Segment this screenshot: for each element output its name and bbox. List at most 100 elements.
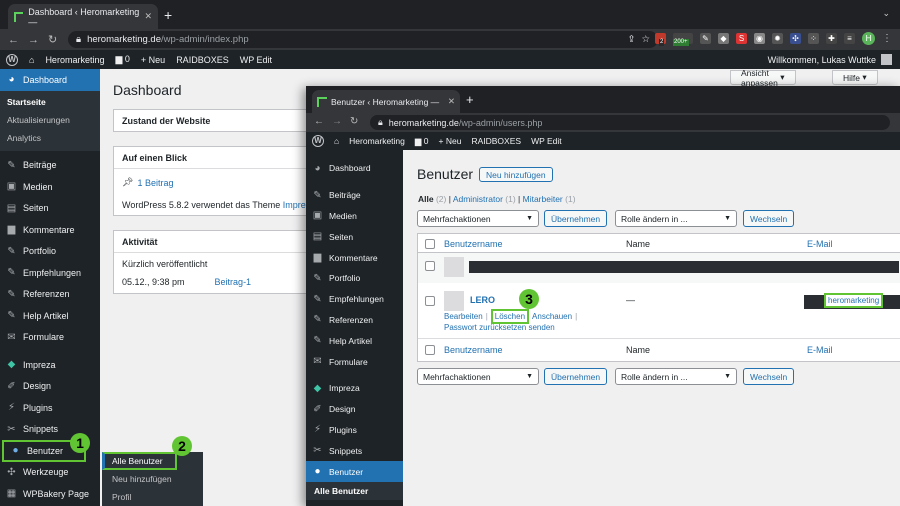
comments-icon[interactable]: ▆ 0 [415, 136, 429, 147]
column-username-footer[interactable]: Benutzername [444, 345, 503, 355]
sidebar-item-tools[interactable]: ✣ Werkzeuge [0, 462, 100, 484]
sidebar-item-snippets[interactable]: ✂ Snippets [306, 440, 403, 461]
browser-tab-users[interactable]: Benutzer ‹ Heromarketing — W ✕ [312, 90, 460, 113]
forward-arrow-icon[interactable]: → [332, 116, 342, 127]
sidebar-item-users[interactable]: ● Benutzer [306, 461, 403, 482]
sidebar-item-dashboard[interactable]: ◕ Dashboard [306, 158, 403, 179]
admin-bar-site[interactable]: Heromarketing [349, 136, 405, 146]
sidebar-item-comments[interactable]: ▆ Kommentare [0, 219, 100, 241]
sidebar-item-help-articles[interactable]: ✎ Help Artikel [0, 305, 100, 327]
close-tab-icon[interactable]: ✕ [144, 11, 152, 22]
apply-button-bottom[interactable]: Übernehmen [544, 368, 608, 385]
browser-tab-dashboard[interactable]: Dashboard ‹ Heromarketing — ✕ [8, 4, 158, 29]
add-new-user-button[interactable]: Neu hinzufügen [479, 167, 553, 182]
sidebar-item-design[interactable]: ✐ Design [0, 376, 100, 398]
row-checkbox[interactable] [425, 296, 435, 306]
sidebar-item-portfolio[interactable]: ✎ Portfolio [0, 241, 100, 263]
sidebar-item-portfolio[interactable]: ✎ Portfolio [306, 268, 403, 289]
sidebar-item-pages[interactable]: ▤ Seiten [306, 226, 403, 247]
forward-arrow-icon[interactable]: → [28, 34, 40, 46]
sidebar-item-help-articles[interactable]: ✎ Help Artikel [306, 330, 403, 351]
sidebar-item-wpbakery[interactable]: ▦ WPBakery Page [0, 483, 100, 505]
extension-counter-icon[interactable]: 200+ [673, 33, 693, 46]
sidebar-item-media[interactable]: ▣ Medien [306, 206, 403, 227]
sidebar-item-impreza[interactable]: ◆ Impreza [0, 354, 100, 376]
sidebar-item-forms[interactable]: ✉ Formulare [306, 351, 403, 372]
sidebar-item-recommendations[interactable]: ✎ Empfehlungen [0, 262, 100, 284]
reload-icon[interactable]: ↻ [48, 33, 60, 46]
playlist-icon[interactable]: ≡ [844, 33, 855, 44]
sidebar-item-design[interactable]: ✐ Design [306, 399, 403, 420]
user-login-link[interactable]: LERO [470, 295, 495, 305]
filter-all[interactable]: Alle [418, 194, 434, 204]
delete-user-link[interactable]: Löschen [490, 309, 530, 324]
help-button[interactable]: Hilfe ▾ [832, 70, 878, 85]
new-tab-icon[interactable]: + [466, 92, 474, 107]
puzzle-icon[interactable]: ✚ [826, 33, 837, 44]
close-tab-icon[interactable]: ✕ [448, 96, 455, 107]
chrome-menu-icon[interactable]: ⋮ [882, 33, 892, 44]
extension-tag-icon[interactable]: ◆ [718, 33, 729, 44]
wordpress-logo-icon[interactable]: W [6, 53, 18, 66]
admin-bar-new[interactable]: + Neu [439, 136, 462, 146]
address-bar[interactable]: 🔒︎ heromarketing.de/wp-admin/users.php [370, 115, 890, 130]
extension-s-icon[interactable]: S [736, 33, 747, 44]
extension-red-icon[interactable]: 2 [655, 33, 666, 46]
sidebar-item-impreza[interactable]: ◆ Impreza [306, 378, 403, 399]
submenu-updates[interactable]: Aktualisierungen [0, 111, 100, 129]
wordpress-logo-icon[interactable]: W [312, 135, 324, 147]
bulk-actions-select-bottom[interactable]: Mehrfachaktionen ▼ [417, 368, 539, 385]
column-email[interactable]: E-Mail [807, 239, 833, 249]
admin-bar-site[interactable]: Heromarketing [45, 55, 104, 65]
sidebar-item-posts[interactable]: ✎ Beiträge [306, 185, 403, 206]
home-icon[interactable]: ⌂ [29, 55, 34, 65]
change-role-button[interactable]: Wechseln [743, 210, 795, 227]
submenu-startseite[interactable]: Startseite [0, 93, 100, 111]
extension-dots-icon[interactable]: ⁘ [808, 33, 819, 44]
gear-extension-icon[interactable]: ✹ [772, 33, 783, 44]
camera-icon[interactable]: ◉ [754, 33, 765, 44]
sidebar-item-forms[interactable]: ✉ Formulare [0, 327, 100, 349]
submenu-all-users[interactable]: Alle Benutzer [306, 481, 403, 500]
extension-blue-icon[interactable]: ✣ [790, 33, 801, 44]
apply-button[interactable]: Übernehmen [544, 210, 608, 227]
share-icon[interactable]: ⇪ [628, 34, 636, 45]
bulk-actions-select[interactable]: Mehrfachaktionen ▼ [417, 210, 539, 227]
submenu-analytics[interactable]: Analytics [0, 129, 100, 147]
tab-search-chevron-icon[interactable]: ⌄ [882, 8, 890, 19]
sidebar-item-dashboard[interactable]: ◕ Dashboard [0, 69, 100, 91]
sidebar-item-plugins[interactable]: ⚡︎ Plugins [306, 420, 403, 441]
select-all-checkbox[interactable] [425, 239, 435, 249]
edit-user-link[interactable]: Bearbeiten [444, 312, 483, 321]
extension-tool-icon[interactable]: ✎ [700, 33, 711, 44]
sidebar-item-pages[interactable]: ▤ Seiten [0, 198, 100, 220]
sidebar-item-recommendations[interactable]: ✎ Empfehlungen [306, 289, 403, 310]
view-user-link[interactable]: Anschauen [532, 312, 572, 321]
admin-bar-raidboxes[interactable]: RAIDBOXES [471, 136, 521, 146]
admin-bar-wpedit[interactable]: WP Edit [531, 136, 562, 146]
change-role-select-bottom[interactable]: Rolle ändern in ... ▼ [615, 368, 737, 385]
admin-bar-new[interactable]: + Neu [141, 55, 165, 65]
sidebar-item-comments[interactable]: ▆ Kommentare [306, 247, 403, 268]
home-icon[interactable]: ⌂ [334, 136, 339, 146]
column-username[interactable]: Benutzername [444, 239, 503, 249]
change-role-select[interactable]: Rolle ändern in ... ▼ [615, 210, 737, 227]
back-arrow-icon[interactable]: ← [8, 34, 20, 46]
select-all-checkbox-footer[interactable] [425, 345, 435, 355]
admin-bar-wpedit[interactable]: WP Edit [240, 55, 272, 65]
admin-bar-account[interactable]: Willkommen, Lukas Wuttke [768, 50, 892, 69]
reset-password-link[interactable]: Passwort zurücksetzen senden [444, 323, 555, 332]
bookmark-star-icon[interactable]: ☆ [641, 34, 650, 45]
back-arrow-icon[interactable]: ← [314, 116, 324, 127]
filter-staff[interactable]: Mitarbeiter [523, 194, 563, 204]
filter-administrator[interactable]: Administrator [453, 194, 503, 204]
sidebar-item-posts[interactable]: ✎ Beiträge [0, 155, 100, 177]
activity-post-link[interactable]: Beitrag-1 [215, 277, 252, 287]
change-role-button-bottom[interactable]: Wechseln [743, 368, 795, 385]
profile-avatar[interactable]: H [862, 32, 875, 45]
address-bar[interactable]: 🔒︎ heromarketing.de/wp-admin/index.php ⇪… [68, 31, 658, 48]
reload-icon[interactable]: ↻ [350, 116, 358, 127]
comments-icon[interactable]: ▆ 0 [115, 54, 129, 65]
posts-count-link[interactable]: 1 Beitrag [137, 178, 173, 188]
sidebar-item-plugins[interactable]: ⚡︎ Plugins [0, 397, 100, 419]
